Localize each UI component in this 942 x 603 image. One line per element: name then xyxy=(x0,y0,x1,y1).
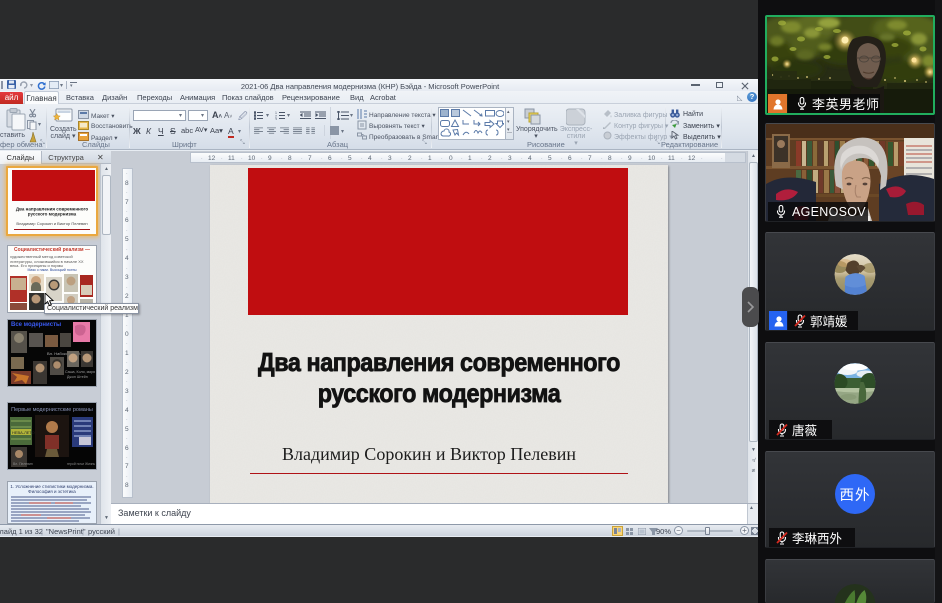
svg-text:герой ночи Жизнь на: герой ночи Жизнь на xyxy=(67,462,96,466)
svg-text:Вл. Пелевин: Вл. Пелевин xyxy=(13,462,33,466)
svg-text:3: 3 xyxy=(275,118,277,121)
svg-text:Джон Штейн: Джон Штейн xyxy=(67,375,88,379)
svg-text:Саша, Коля, маря шмц: Саша, Коля, маря шмц xyxy=(65,370,96,374)
